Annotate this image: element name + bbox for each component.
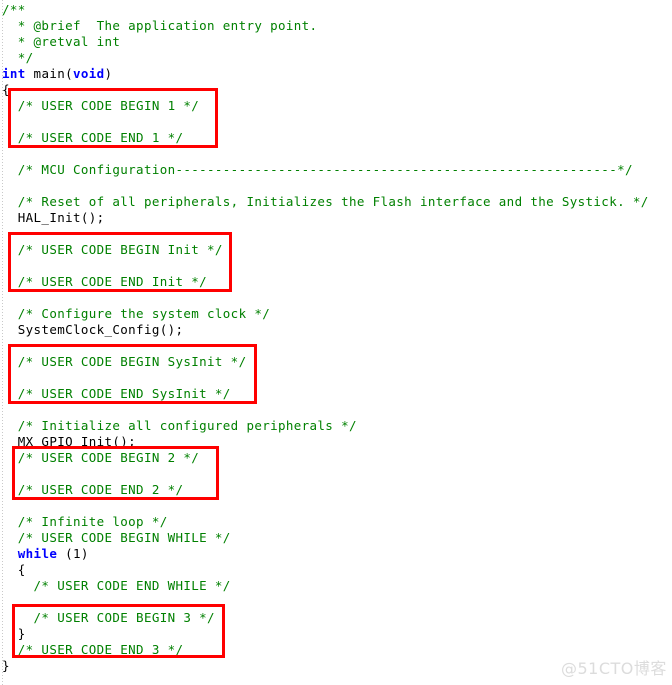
- code-comment-token: /* Initialize all configured peripherals…: [2, 418, 357, 433]
- code-plain-token: SystemClock_Config();: [2, 322, 184, 337]
- watermark: @51CTO博客: [561, 659, 667, 678]
- code-comment-token: /* Configure the system clock */: [2, 306, 271, 321]
- code-comment-token: /* Reset of all peripherals, Initializes…: [2, 194, 649, 209]
- code-line[interactable]: /* USER CODE END 1 */: [2, 130, 183, 146]
- code-comment-token: * @brief The application entry point.: [2, 18, 318, 33]
- code-line[interactable]: /* USER CODE BEGIN 2 */: [2, 450, 199, 466]
- code-comment-token: /* USER CODE BEGIN SysInit */: [2, 354, 247, 369]
- code-line[interactable]: /* USER CODE BEGIN 3 */: [2, 610, 215, 626]
- code-line[interactable]: /* USER CODE END 2 */: [2, 482, 183, 498]
- code-keyword-token: int: [2, 66, 26, 81]
- code-line[interactable]: /* Configure the system clock */: [2, 306, 270, 322]
- code-line[interactable]: }: [2, 626, 26, 642]
- code-comment-token: /* USER CODE END 1 */: [2, 130, 184, 145]
- code-comment-token: /* USER CODE END Init */: [2, 274, 208, 289]
- code-comment-token: /* USER CODE BEGIN Init */: [2, 242, 223, 257]
- code-line[interactable]: {: [2, 82, 10, 98]
- code-line[interactable]: /* USER CODE BEGIN 1 */: [2, 98, 199, 114]
- code-comment-token: /* MCU Configuration--------------------…: [2, 162, 633, 177]
- code-line[interactable]: /* USER CODE BEGIN WHILE */: [2, 530, 231, 546]
- code-comment-token: /* USER CODE END 3 */: [2, 642, 184, 657]
- code-plain-token: HAL_Init();: [2, 210, 105, 225]
- code-comment-token: /* USER CODE END 2 */: [2, 482, 184, 497]
- code-line[interactable]: * @brief The application entry point.: [2, 18, 317, 34]
- code-plain-token: [2, 546, 18, 561]
- code-comment-token: */: [2, 50, 34, 65]
- code-line[interactable]: */: [2, 50, 34, 66]
- code-comment-token: /* USER CODE BEGIN 3 */: [2, 610, 215, 625]
- code-comment-token: /**: [2, 2, 26, 17]
- code-line[interactable]: /**: [2, 2, 26, 18]
- code-plain-token: {: [2, 82, 10, 97]
- code-line[interactable]: int main(void): [2, 66, 112, 82]
- code-line[interactable]: * @retval int: [2, 34, 120, 50]
- code-line[interactable]: MX_GPIO_Init();: [2, 434, 136, 450]
- code-line[interactable]: /* USER CODE END SysInit */: [2, 386, 231, 402]
- code-plain-token: }: [2, 658, 10, 673]
- code-line[interactable]: /* USER CODE END WHILE */: [2, 578, 231, 594]
- code-comment-token: * @retval int: [2, 34, 121, 49]
- code-plain-token: MX_GPIO_Init();: [2, 434, 137, 449]
- code-line[interactable]: /* USER CODE BEGIN SysInit */: [2, 354, 246, 370]
- code-line[interactable]: /* Initialize all configured peripherals…: [2, 418, 357, 434]
- code-plain-token: (1): [57, 546, 89, 561]
- code-plain-token: }: [2, 626, 26, 641]
- code-line[interactable]: /* USER CODE END 3 */: [2, 642, 183, 658]
- code-keyword-token: void: [73, 66, 105, 81]
- code-line[interactable]: /* USER CODE BEGIN Init */: [2, 242, 223, 258]
- code-comment-token: /* USER CODE BEGIN 1 */: [2, 98, 200, 113]
- code-line[interactable]: HAL_Init();: [2, 210, 105, 226]
- code-line[interactable]: {: [2, 562, 26, 578]
- code-comment-token: /* USER CODE END WHILE */: [2, 578, 231, 593]
- code-line[interactable]: while (1): [2, 546, 89, 562]
- code-plain-token: {: [2, 562, 26, 577]
- code-line[interactable]: /* Infinite loop */: [2, 514, 168, 530]
- code-comment-token: /* USER CODE BEGIN WHILE */: [2, 530, 231, 545]
- code-line[interactable]: }: [2, 658, 10, 674]
- code-plain-token: main(: [25, 66, 73, 81]
- code-editor-surface[interactable]: /** * @brief The application entry point…: [0, 0, 672, 685]
- code-comment-token: /* USER CODE BEGIN 2 */: [2, 450, 200, 465]
- code-line[interactable]: /* USER CODE END Init */: [2, 274, 207, 290]
- code-line[interactable]: /* MCU Configuration--------------------…: [2, 162, 633, 178]
- code-comment-token: /* Infinite loop */: [2, 514, 168, 529]
- code-line[interactable]: /* Reset of all peripherals, Initializes…: [2, 194, 649, 210]
- code-comment-token: /* USER CODE END SysInit */: [2, 386, 231, 401]
- code-plain-token: ): [104, 66, 113, 81]
- code-keyword-token: while: [17, 546, 58, 561]
- code-line[interactable]: SystemClock_Config();: [2, 322, 183, 338]
